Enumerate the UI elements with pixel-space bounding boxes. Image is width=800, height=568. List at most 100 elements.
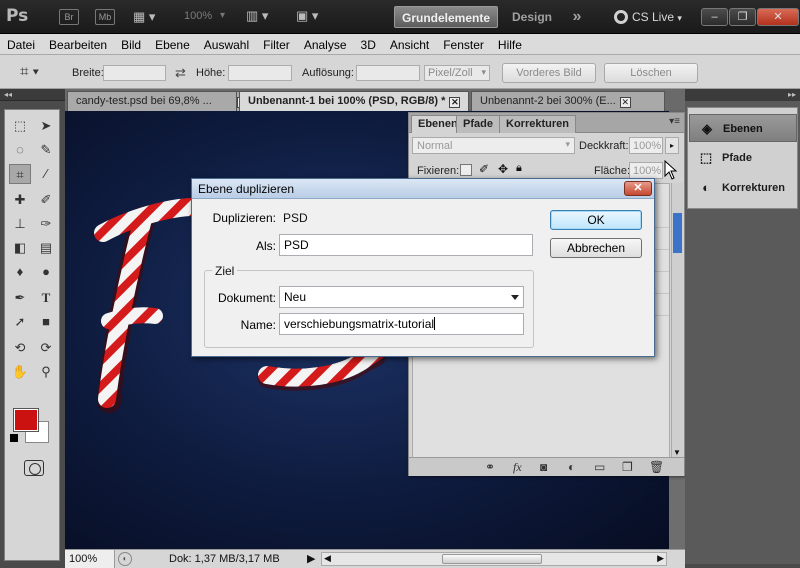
add-mask-icon[interactable]: ◙ [540, 460, 547, 474]
dock-korrekturen[interactable]: ◐ Korrekturen [689, 174, 797, 202]
lock-pixels-icon[interactable]: ✐ [479, 162, 489, 176]
lock-all-icon[interactable]: 🔒︎ [516, 162, 522, 175]
path-selection-tool-icon[interactable]: ➚ [9, 312, 31, 332]
menu-hilfe[interactable]: Hilfe [491, 34, 529, 52]
foreground-color-swatch[interactable] [13, 408, 39, 432]
tab-pfade[interactable]: Pfade [456, 115, 500, 133]
zoom-tool-icon[interactable]: ⚲ [35, 362, 57, 382]
aufloesung-input[interactable] [356, 65, 420, 81]
blur-tool-icon[interactable]: ♦ [9, 262, 31, 282]
horizontal-scrollbar[interactable]: ◀ ▶ [321, 552, 667, 566]
screen-mode-icon[interactable]: ▣ ▾ [296, 8, 328, 26]
status-zoom-field[interactable]: 100% [65, 550, 115, 568]
menu-fenster[interactable]: Fenster [436, 34, 491, 52]
dodge-tool-icon[interactable]: ● [35, 262, 57, 282]
workspace-grundelemente[interactable]: Grundelemente [394, 6, 498, 28]
menu-3d[interactable]: 3D [354, 34, 383, 52]
gradient-tool-icon[interactable]: ▤ [35, 238, 57, 258]
menu-bild[interactable]: Bild [114, 34, 148, 52]
minimize-button[interactable]: – [701, 8, 728, 26]
type-tool-icon[interactable]: T [35, 288, 57, 308]
als-input[interactable]: PSD [279, 234, 533, 256]
menu-ansicht[interactable]: Ansicht [383, 34, 436, 52]
dokument-select[interactable]: Neu [279, 286, 524, 308]
close-tab-unbenannt-2-icon[interactable]: ✕ [619, 97, 631, 108]
layers-scroll-down-icon[interactable]: ▼ [673, 448, 681, 457]
scroll-right-icon[interactable]: ▶ [657, 553, 664, 564]
close-tab-unbenannt-1-icon[interactable]: ✕ [449, 97, 461, 108]
tab-candy-test[interactable]: candy-test.psd bei 69,8% ... [67, 91, 237, 111]
hand-tool-icon[interactable]: ✋ [9, 362, 31, 382]
dock-pfade[interactable]: ⬚ Pfade [689, 144, 797, 172]
tab-korrekturen[interactable]: Korrekturen [499, 115, 576, 133]
cs-live-button[interactable]: CS Live ▾ [614, 7, 682, 28]
name-input[interactable]: verschiebungsmatrix-tutorial [279, 313, 524, 335]
view-extras-icon[interactable]: ▦ ▾ [133, 9, 161, 25]
abbrechen-button[interactable]: Abbrechen [550, 238, 642, 258]
layers-scrollbar[interactable]: ▼ [671, 183, 683, 459]
scroll-left-icon[interactable]: ◀ [324, 553, 331, 564]
clone-stamp-tool-icon[interactable]: ⊥ [9, 214, 31, 234]
move-tool-icon[interactable]: ➤ [35, 116, 57, 136]
maximize-button[interactable]: ❐ [729, 8, 756, 26]
blend-mode-select[interactable]: Normal ▾ [412, 137, 575, 154]
quick-mask-icon[interactable] [24, 460, 44, 476]
workspace-design[interactable]: Design [503, 6, 561, 28]
close-window-button[interactable]: ✕ [757, 8, 799, 26]
new-group-icon[interactable]: ▭ [594, 460, 605, 474]
menu-bearbeiten[interactable]: Bearbeiten [42, 34, 114, 52]
crop-tool-icon[interactable]: ⌗ [9, 164, 31, 184]
layer-style-icon[interactable]: fx [513, 460, 522, 475]
crop-tool-preset-icon[interactable]: ⌗ ▾ [20, 63, 56, 83]
mini-bridge-button[interactable]: Mb [95, 9, 115, 25]
bridge-button[interactable]: Br [59, 9, 79, 25]
swap-dimensions-icon[interactable]: ⇄ [175, 65, 186, 81]
arrange-documents-icon[interactable]: ▥ ▾ [246, 8, 278, 26]
menu-filter[interactable]: Filter [256, 34, 297, 52]
tab-unbenannt-2[interactable]: Unbenannt-2 bei 300% (E... ✕ [471, 91, 665, 111]
dock-expand-icon[interactable]: ▸▸ [685, 89, 800, 101]
history-brush-tool-icon[interactable]: ✑ [35, 214, 57, 234]
menu-auswahl[interactable]: Auswahl [197, 34, 256, 52]
3d-orbit-tool-icon[interactable]: ⟳ [35, 338, 57, 358]
ok-button[interactable]: OK [550, 210, 642, 230]
layers-scroll-thumb[interactable] [673, 213, 682, 253]
lock-position-icon[interactable]: ✥ [498, 162, 508, 176]
lock-transparency-icon[interactable] [460, 164, 472, 176]
more-workspaces-icon[interactable]: » [566, 6, 588, 28]
eyedropper-tool-icon[interactable]: ⁄ [35, 164, 57, 184]
eraser-tool-icon[interactable]: ◧ [9, 238, 31, 258]
tab-unbenannt-1[interactable]: Unbenannt-1 bei 100% (PSD, RGB/8) * ✕ [239, 91, 469, 111]
rectangle-tool-icon[interactable]: ■ [35, 312, 57, 332]
delete-layer-icon[interactable]: 🗑︎ [649, 460, 664, 474]
status-info-icon[interactable]: ◐ [118, 552, 132, 566]
menu-ebene[interactable]: Ebene [148, 34, 197, 52]
brush-tool-icon[interactable]: ✐ [35, 190, 57, 210]
link-layers-icon[interactable]: ⚭ [485, 460, 495, 474]
menu-analyse[interactable]: Analyse [297, 34, 354, 52]
dock-ebenen[interactable]: ◈ Ebenen [689, 114, 797, 142]
dialog-close-button[interactable]: ✕ [624, 181, 652, 196]
zoom-level[interactable]: 100% [184, 10, 212, 22]
adjustment-layer-icon[interactable]: ◐ [568, 460, 575, 474]
scrollbar-thumb[interactable] [442, 554, 542, 564]
pen-tool-icon[interactable]: ✒ [9, 288, 31, 308]
lasso-tool-icon[interactable]: ◌ [9, 140, 31, 160]
panel-menu-icon[interactable]: ▾≡ [669, 116, 680, 127]
menu-datei[interactable]: Datei [0, 34, 42, 52]
unit-select[interactable]: Pixel/Zoll ▾ [424, 65, 490, 81]
quick-selection-tool-icon[interactable]: ✎ [35, 140, 57, 160]
flaeche-input[interactable]: 100% [629, 162, 663, 179]
breite-input[interactable] [103, 65, 166, 81]
deckkraft-input[interactable]: 100% [629, 137, 663, 154]
tools-panel-collapse-icon[interactable]: ◂◂ [0, 89, 65, 101]
status-menu-arrow-icon[interactable]: ▶ [307, 552, 315, 565]
default-colors-icon[interactable] [10, 434, 18, 442]
zoom-dropdown-icon[interactable]: ▾ [220, 10, 225, 21]
hoehe-input[interactable] [228, 65, 292, 81]
new-layer-icon[interactable]: ❐ [622, 460, 633, 474]
vorderes-bild-button[interactable]: Vorderes Bild [502, 63, 596, 83]
loeschen-button[interactable]: Löschen [604, 63, 698, 83]
3d-rotate-tool-icon[interactable]: ⟲ [9, 338, 31, 358]
marquee-tool-icon[interactable]: ⬚ [9, 116, 31, 136]
